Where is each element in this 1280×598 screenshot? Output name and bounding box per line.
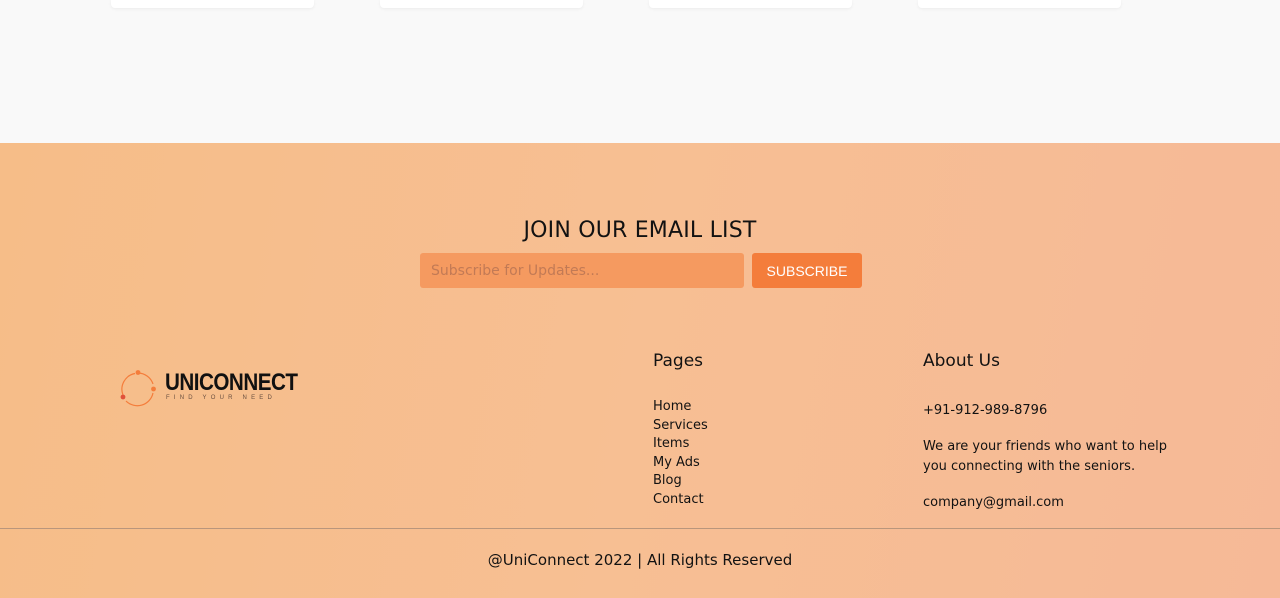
orbit-dots-icon (120, 370, 156, 407)
footer-link-items[interactable]: Items (653, 435, 708, 454)
subscribe-email-input[interactable] (420, 253, 744, 288)
product-card[interactable] (649, 0, 852, 8)
contact-phone: +91-912-989-8796 (923, 403, 1048, 418)
copyright-text: @UniConnect 2022 | All Rights Reserved (487, 551, 793, 569)
subscribe-button[interactable]: SUBSCRIBE (752, 253, 862, 288)
footer-divider (0, 528, 1280, 529)
footer-link-blog[interactable]: Blog (653, 472, 708, 491)
contact-email: company@gmail.com (923, 495, 1064, 510)
brand-tagline: FIND YOUR NEED (166, 395, 277, 401)
pages-heading: Pages (653, 351, 704, 371)
product-card[interactable] (380, 0, 583, 8)
footer-link-services[interactable]: Services (653, 417, 708, 436)
pages-link-list: Home Services Items My Ads Blog Contact (653, 398, 708, 510)
site-footer: JOIN OUR EMAIL LIST SUBSCRIBE UNICONNECT… (0, 143, 1280, 598)
product-card[interactable] (918, 0, 1121, 8)
brand-name: UNICONNECT (165, 369, 298, 396)
about-description: We are your friends who want to help you… (923, 439, 1167, 474)
product-card[interactable] (111, 0, 314, 8)
newsletter-title: JOIN OUR EMAIL LIST (523, 218, 757, 243)
about-heading: About Us (923, 351, 1000, 371)
footer-link-my-ads[interactable]: My Ads (653, 454, 708, 473)
footer-link-home[interactable]: Home (653, 398, 708, 417)
product-section-bottom (0, 0, 1280, 143)
brand-logo[interactable]: UNICONNECT FIND YOUR NEED (118, 368, 298, 408)
footer-link-contact[interactable]: Contact (653, 491, 708, 510)
